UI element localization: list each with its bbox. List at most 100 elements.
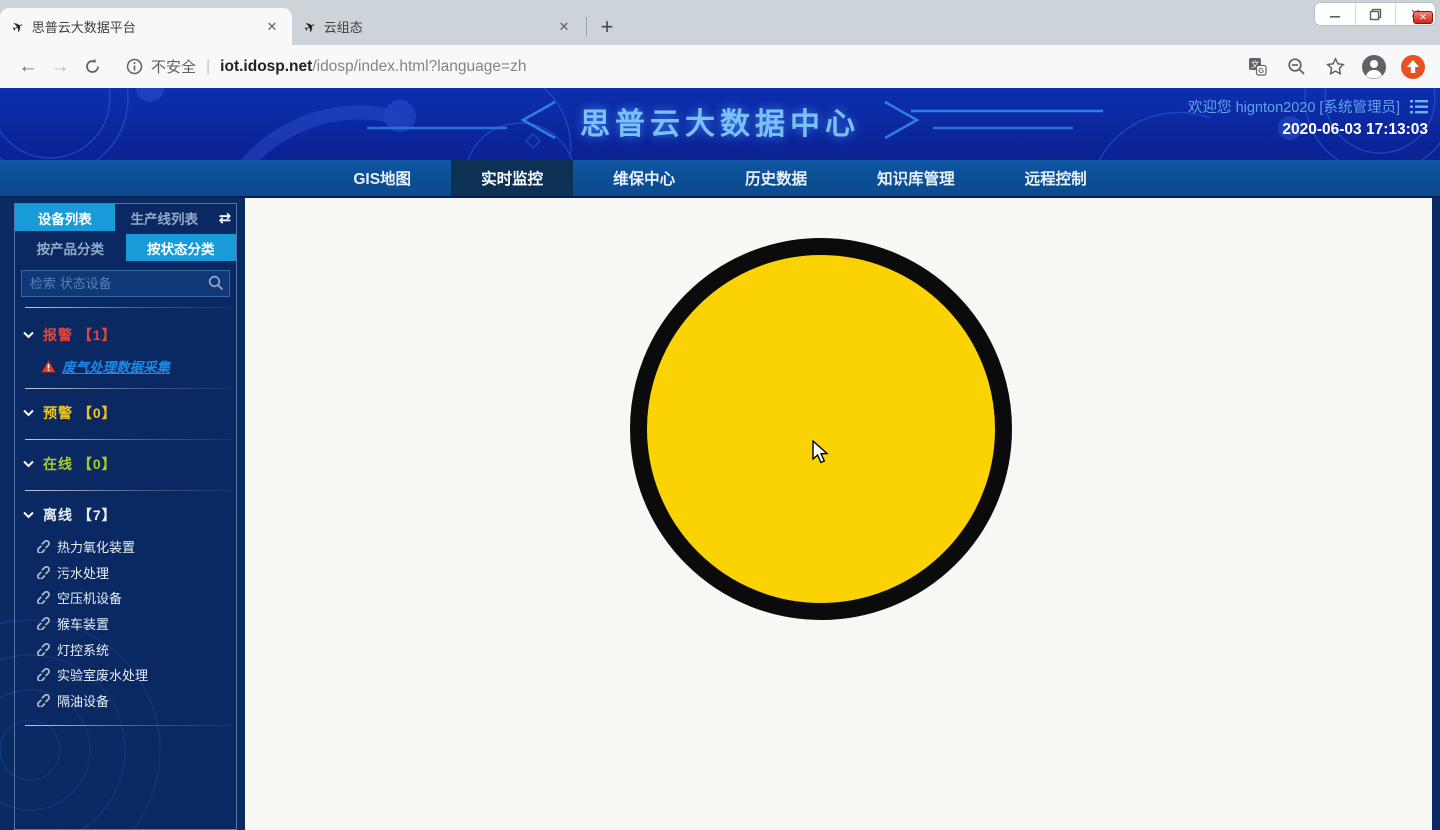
tab-title: 云组态 xyxy=(324,17,554,36)
nav-item-gis[interactable]: GIS地图 xyxy=(323,160,441,196)
tab-device-list[interactable]: 设备列表 xyxy=(15,204,115,231)
forward-button[interactable]: → xyxy=(44,51,76,83)
title-right-decoration xyxy=(878,98,1103,144)
tab-strip: ✈ 思普云大数据平台 ✕ ✈ 云组态 ✕ + ✕ ✕ xyxy=(0,0,1440,45)
browser-tab-2[interactable]: ✈ 云组态 ✕ xyxy=(292,8,584,45)
profile-avatar[interactable] xyxy=(1359,52,1389,82)
device-item[interactable]: 猴车装置 xyxy=(15,611,236,637)
group-count: 【1】 xyxy=(78,327,117,343)
url-separator: | xyxy=(206,58,210,76)
svg-text:G: G xyxy=(1258,66,1264,75)
nav-item-maintenance[interactable]: 维保中心 xyxy=(583,160,705,196)
window-controls: ✕ ✕ xyxy=(1314,2,1436,26)
unlink-icon xyxy=(37,694,50,707)
security-label: 不安全 xyxy=(151,56,196,77)
back-button[interactable]: ← xyxy=(12,51,44,83)
alarm-device-link[interactable]: 废气处理数据采集 xyxy=(62,356,170,376)
tab-title: 思普云大数据平台 xyxy=(32,17,262,36)
tab-by-status[interactable]: 按状态分类 xyxy=(126,234,237,261)
tree-group-online[interactable]: 在线 【0】 xyxy=(15,449,236,479)
classify-tabs: 按产品分类 按状态分类 xyxy=(15,234,236,261)
device-item[interactable]: 污水处理 xyxy=(15,560,236,586)
menu-list-icon[interactable] xyxy=(1410,100,1428,114)
browser-toolbar: ← → 不安全 | iot.idosp.net/idosp/index.html… xyxy=(0,45,1440,88)
nav-item-history[interactable]: 历史数据 xyxy=(715,160,837,196)
group-label: 离线 xyxy=(43,507,73,523)
browser-window: ✈ 思普云大数据平台 ✕ ✈ 云组态 ✕ + ✕ ✕ xyxy=(0,0,1440,830)
site-favicon-icon: ✈ xyxy=(9,18,26,36)
status-indicator-circle[interactable] xyxy=(630,238,1012,620)
nav-item-knowledge[interactable]: 知识库管理 xyxy=(847,160,985,196)
site-header: 思普云大数据中心 欢迎您 hignton2020 [系统管理员] 2020-06… xyxy=(0,88,1440,160)
device-item[interactable]: 热力氧化装置 xyxy=(15,534,236,560)
nav-item-realtime[interactable]: 实时监控 xyxy=(451,160,573,196)
tree-group-offline[interactable]: 离线 【7】 xyxy=(15,500,236,530)
search-box xyxy=(21,270,230,297)
unlink-icon xyxy=(37,591,50,604)
device-item[interactable]: 实验室废水处理 xyxy=(15,662,236,688)
info-icon[interactable] xyxy=(126,58,143,75)
extension-button[interactable] xyxy=(1398,52,1428,82)
device-label: 隔油设备 xyxy=(57,691,109,710)
toolbar-actions: 文 G xyxy=(1242,52,1428,82)
restore-button[interactable] xyxy=(1355,3,1395,25)
url-path: /idosp/index.html?language=zh xyxy=(312,58,526,75)
group-label: 报警 xyxy=(43,327,73,343)
offline-device-list: 热力氧化装置 污水处理 空压机设备 猴车装置 xyxy=(15,530,236,723)
zoom-out-button[interactable] xyxy=(1281,52,1311,82)
device-item[interactable]: 隔油设备 xyxy=(15,688,236,714)
tree-group-warning[interactable]: 预警 【0】 xyxy=(15,398,236,428)
close-badge-icon: ✕ xyxy=(1413,11,1433,24)
device-sidebar: 设备列表 生产线列表 ⇄ 按产品分类 按状态分类 xyxy=(0,198,245,830)
reload-icon xyxy=(84,58,101,75)
chevron-down-icon xyxy=(23,331,34,339)
site-favicon-icon: ✈ xyxy=(301,18,318,36)
unlink-icon xyxy=(37,617,50,630)
tab-production-line-list[interactable]: 生产线列表 xyxy=(115,204,215,231)
address-bar[interactable]: 不安全 | iot.idosp.net/idosp/index.html?lan… xyxy=(118,51,1232,83)
tree-group-alarm[interactable]: 报警 【1】 xyxy=(15,320,236,350)
alarm-device-item[interactable]: 废气处理数据采集 xyxy=(15,350,236,386)
restore-icon xyxy=(1369,8,1382,21)
unlink-icon xyxy=(37,643,50,656)
chevron-down-icon xyxy=(23,511,34,519)
list-type-tabs: 设备列表 生产线列表 ⇄ xyxy=(15,204,236,231)
translate-button[interactable]: 文 G xyxy=(1242,52,1272,82)
unlink-icon xyxy=(37,540,50,553)
status-tree: 报警 【1】 废气处理数据采集 预警 【0】 xyxy=(15,308,236,726)
monitor-canvas[interactable] xyxy=(245,198,1432,830)
datetime-display: 2020-06-03 17:13:03 xyxy=(1282,121,1428,139)
bookmark-star-button[interactable] xyxy=(1320,52,1350,82)
tab-close-icon[interactable]: ✕ xyxy=(262,17,282,37)
minimize-button[interactable] xyxy=(1315,3,1355,25)
page-title: 思普云大数据中心 xyxy=(580,99,860,143)
tab-close-icon[interactable]: ✕ xyxy=(554,17,574,37)
device-label: 空压机设备 xyxy=(57,588,122,607)
unlink-icon xyxy=(37,668,50,681)
device-label: 灯控系统 xyxy=(57,640,109,659)
url-text[interactable]: iot.idosp.net/idosp/index.html?language=… xyxy=(220,58,526,76)
swap-icon[interactable]: ⇄ xyxy=(214,204,236,231)
device-label: 热力氧化装置 xyxy=(57,537,135,556)
group-count: 【0】 xyxy=(78,405,117,421)
tab-by-product[interactable]: 按产品分类 xyxy=(15,234,126,261)
device-item[interactable]: 灯控系统 xyxy=(15,636,236,662)
browser-tab-1[interactable]: ✈ 思普云大数据平台 ✕ xyxy=(0,8,292,45)
device-label: 实验室废水处理 xyxy=(57,665,148,684)
sidebar-panel: 设备列表 生产线列表 ⇄ 按产品分类 按状态分类 xyxy=(14,203,237,830)
search-input[interactable] xyxy=(21,270,230,297)
group-label: 在线 xyxy=(43,456,73,472)
reload-button[interactable] xyxy=(76,51,108,83)
close-window-button[interactable]: ✕ ✕ xyxy=(1395,3,1435,25)
url-domain: iot.idosp.net xyxy=(220,58,312,75)
chevron-down-icon xyxy=(23,460,34,468)
title-left-decoration xyxy=(337,98,562,144)
new-tab-button[interactable]: + xyxy=(593,13,621,41)
nav-item-remote[interactable]: 远程控制 xyxy=(995,160,1117,196)
device-item[interactable]: 空压机设备 xyxy=(15,585,236,611)
group-label: 预警 xyxy=(43,405,73,421)
search-icon[interactable] xyxy=(208,275,224,291)
main-nav: GIS地图 实时监控 维保中心 历史数据 知识库管理 远程控制 xyxy=(0,160,1440,198)
group-count: 【0】 xyxy=(78,456,117,472)
tab-divider xyxy=(586,17,587,37)
